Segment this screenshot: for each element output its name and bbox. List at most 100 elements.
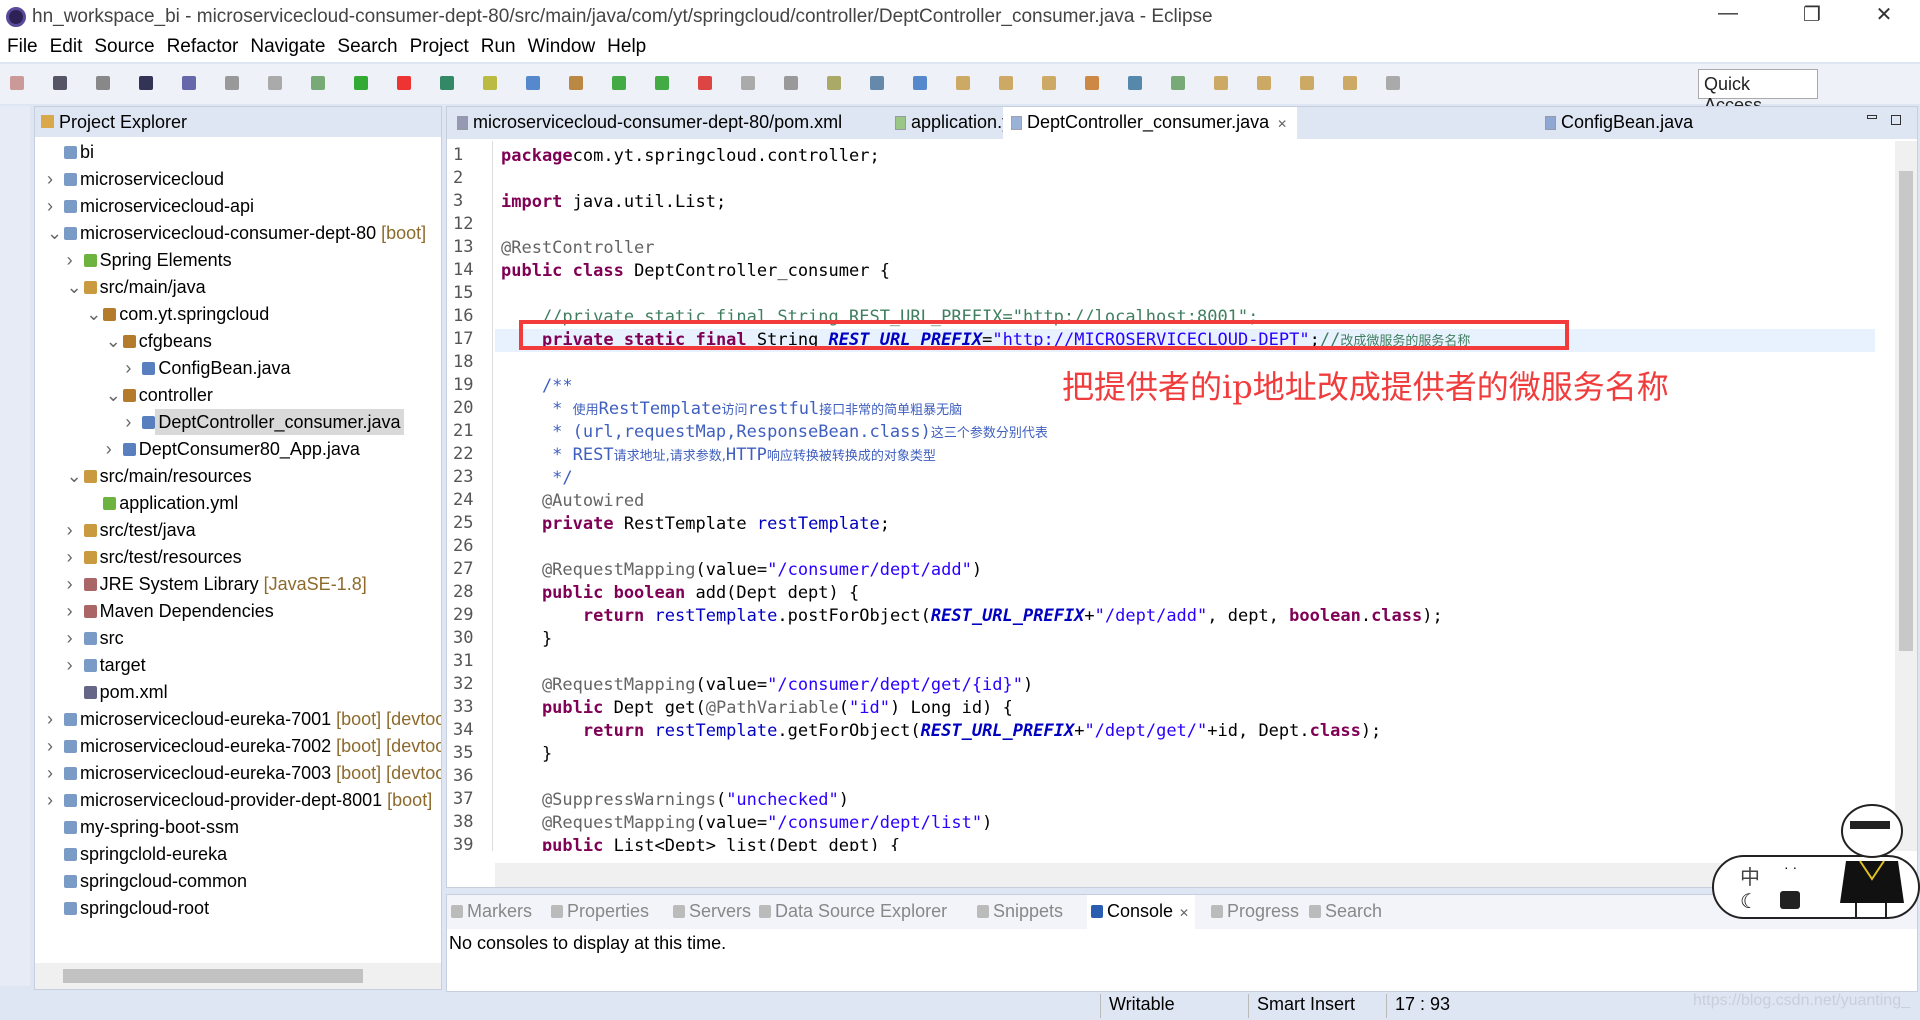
code-line[interactable]: } (501, 743, 552, 766)
menu-window[interactable]: Window (521, 34, 601, 58)
view-tab-console[interactable]: Console ✕ (1087, 895, 1196, 929)
code-line[interactable]: public boolean add(Dept dept) { (501, 582, 859, 605)
code-line[interactable]: return restTemplate.getForObject(REST_UR… (501, 720, 1381, 743)
view-tab-snippets[interactable]: Snippets (977, 901, 1063, 922)
code-line[interactable]: public class DeptController_consumer { (501, 260, 890, 283)
tree-item[interactable]: ⌄ src/main/java (35, 274, 441, 301)
tree-item[interactable]: › microservicecloud-eureka-7001 [boot] [d… (35, 706, 441, 733)
toolbar-button-icon[interactable] (612, 76, 626, 90)
menu-project[interactable]: Project (403, 34, 474, 58)
code-line[interactable]: */ (501, 467, 572, 490)
tree-item[interactable]: › DeptConsumer80_App.java (35, 436, 441, 463)
quick-access-input[interactable]: Quick Access (1698, 69, 1818, 115)
toolbar-button-icon[interactable] (1042, 76, 1056, 90)
chevron-right-icon[interactable]: › (47, 706, 61, 732)
menu-source[interactable]: Source (87, 34, 159, 58)
chevron-down-icon[interactable]: ⌄ (86, 301, 101, 327)
toolbar-button-icon[interactable] (913, 76, 927, 90)
chevron-right-icon[interactable]: › (67, 544, 81, 570)
toolbar-button-icon[interactable] (569, 76, 583, 90)
toolbar-button-icon[interactable] (1343, 76, 1357, 90)
chevron-right-icon[interactable]: › (67, 517, 81, 543)
code-editor[interactable]: packagecom.yt.springcloud.controller; imp… (495, 141, 1880, 851)
chevron-down-icon[interactable]: ⌄ (47, 220, 62, 246)
tree-item[interactable]: › microservicecloud (35, 166, 441, 193)
tree-item[interactable]: › src (35, 625, 441, 652)
code-line[interactable]: import java.util.List; (501, 191, 726, 214)
tree-item[interactable]: ⌄ src/main/resources (35, 463, 441, 490)
tree-item[interactable]: bi (35, 139, 441, 166)
code-line[interactable]: private RestTemplate restTemplate; (501, 513, 890, 536)
tree-item[interactable]: › microservicecloud-api (35, 193, 441, 220)
chevron-right-icon[interactable]: › (67, 247, 81, 273)
toolbar-button-icon[interactable] (741, 76, 755, 90)
toolbar-button-icon[interactable] (354, 76, 368, 90)
project-explorer-title[interactable]: Project Explorer (59, 112, 187, 132)
tab-configbean-java[interactable]: ConfigBean.java (1537, 107, 1703, 139)
ime-punctuation[interactable]: · · (1784, 859, 1797, 875)
toolbar-button-icon[interactable] (397, 76, 411, 90)
tree-item[interactable]: ⌄ controller (35, 382, 441, 409)
code-line[interactable]: @RequestMapping(value="/consumer/dept/li… (501, 812, 992, 835)
tree-item[interactable]: springclold-eureka (35, 841, 441, 868)
code-line[interactable]: /** (501, 375, 573, 398)
chevron-right-icon[interactable]: › (67, 652, 81, 678)
chevron-down-icon[interactable]: ⌄ (67, 463, 82, 489)
toolbar-button-icon[interactable] (483, 76, 497, 90)
code-line[interactable]: @RequestMapping(value="/consumer/dept/ad… (501, 559, 982, 582)
code-line[interactable]: * 使用RestTemplate访问restful接口非常的简单粗暴无脑 (501, 398, 962, 421)
toolbar-button-icon[interactable] (139, 76, 153, 90)
chevron-down-icon[interactable]: ⌄ (106, 328, 121, 354)
chevron-right-icon[interactable]: › (106, 436, 120, 462)
view-tab-servers[interactable]: Servers (673, 901, 751, 922)
tree-item[interactable]: › Spring Elements (35, 247, 441, 274)
chevron-right-icon[interactable]: › (125, 409, 139, 435)
view-tab-properties[interactable]: Properties (551, 901, 649, 922)
menu-refactor[interactable]: Refactor (160, 34, 244, 58)
toolbar-button-icon[interactable] (1085, 76, 1099, 90)
chevron-right-icon[interactable]: › (47, 760, 61, 786)
tree-item[interactable]: › src/test/resources (35, 544, 441, 571)
chevron-right-icon[interactable]: › (47, 733, 61, 759)
editor-minimize-icon[interactable] (1867, 115, 1877, 119)
close-button[interactable]: ✕ (1864, 2, 1904, 27)
menu-navigate[interactable]: Navigate (243, 34, 330, 58)
tree-item[interactable]: ⌄ cfgbeans (35, 328, 441, 355)
tab-close-icon[interactable]: ✕ (1277, 117, 1287, 131)
toolbar-button-icon[interactable] (870, 76, 884, 90)
code-line[interactable]: packagecom.yt.springcloud.controller; (501, 145, 880, 168)
tree-item[interactable]: › microservicecloud-eureka-7003 [boot] [d… (35, 760, 441, 787)
tree-item[interactable]: › microservicecloud-eureka-7002 [boot] [d… (35, 733, 441, 760)
view-tab-data-source-explorer[interactable]: Data Source Explorer (759, 901, 947, 922)
code-line[interactable]: @SuppressWarnings("unchecked") (501, 789, 849, 812)
moon-icon[interactable]: ☾ (1740, 889, 1758, 914)
code-line[interactable]: public List<Dept> list(Dept dept) { (501, 835, 900, 851)
toolbar-button-icon[interactable] (655, 76, 669, 90)
code-line[interactable]: @Autowired (501, 490, 644, 513)
ime-language[interactable]: 中 (1740, 861, 1760, 890)
menu-search[interactable]: Search (330, 34, 402, 58)
chevron-down-icon[interactable]: ⌄ (106, 382, 121, 408)
code-line[interactable]: public Dept get(@PathVariable("id") Long… (501, 697, 1013, 720)
chevron-down-icon[interactable]: ⌄ (67, 274, 82, 300)
code-line[interactable]: return restTemplate.postForObject(REST_U… (501, 605, 1443, 628)
toolbar-button-icon[interactable] (268, 76, 282, 90)
restore-button[interactable]: ❐ (1792, 2, 1832, 27)
tree-item[interactable]: ⌄ microservicecloud-consumer-dept-80 [boo… (35, 220, 441, 247)
tree-item[interactable]: › microservicecloud-provider-dept-8001 [b… (35, 787, 441, 814)
menu-run[interactable]: Run (474, 34, 521, 58)
chevron-right-icon[interactable]: › (67, 571, 81, 597)
scrollbar-thumb[interactable] (63, 969, 363, 983)
toolbar-button-icon[interactable] (999, 76, 1013, 90)
menu-help[interactable]: Help (600, 34, 651, 58)
toolbar-button-icon[interactable] (956, 76, 970, 90)
chevron-right-icon[interactable]: › (67, 625, 81, 651)
toolbar-button-icon[interactable] (827, 76, 841, 90)
tree-item[interactable]: springcloud-root (35, 895, 441, 922)
view-tab-search[interactable]: Search (1309, 901, 1382, 922)
tab-pom-xml[interactable]: microservicecloud-consumer-dept-80/pom.x… (449, 107, 852, 139)
minimize-button[interactable]: — (1708, 2, 1748, 25)
tree-item[interactable]: › JRE System Library [JavaSE-1.8] (35, 571, 441, 598)
toolbar-button-icon[interactable] (96, 76, 110, 90)
menu-file[interactable]: File (0, 34, 43, 58)
